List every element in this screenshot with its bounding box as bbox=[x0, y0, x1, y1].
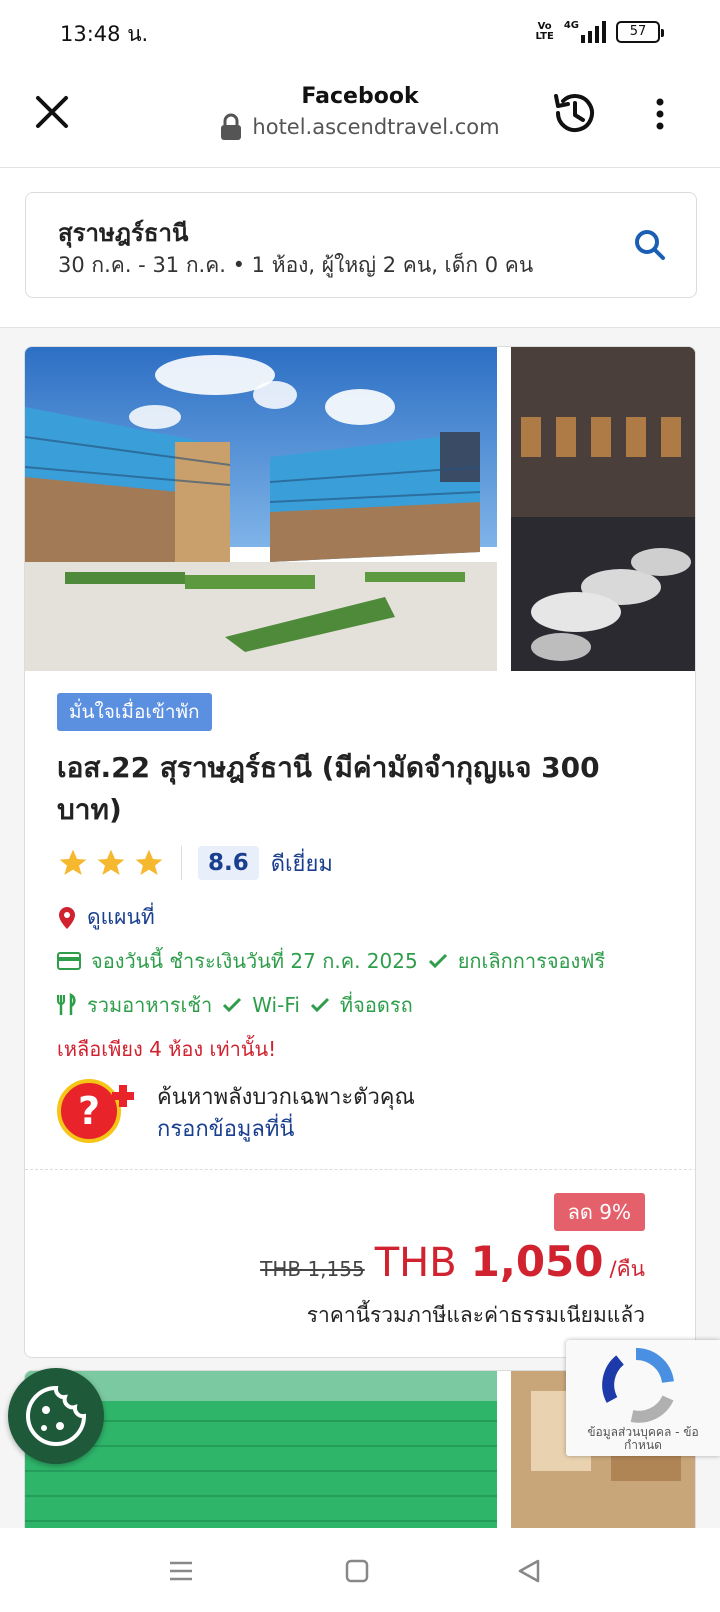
status-bar: 13:48 น. Vo LTE 4G 57 bbox=[0, 0, 720, 64]
original-price: THB 1,155 bbox=[260, 1257, 365, 1281]
pay-later-text: จองวันนี้ ชำระเงินวันที่ 27 ก.ค. 2025 bbox=[91, 949, 418, 973]
page-title: Facebook bbox=[301, 84, 419, 109]
review-score: 8.6 bbox=[198, 846, 259, 880]
promo-banner[interactable]: ? ค้นหาพลังบวกเฉพาะตัวคุณ กรอกข้อมูลที่น… bbox=[57, 1077, 657, 1147]
search-icon[interactable] bbox=[634, 229, 666, 261]
url-text: hotel.ascendtravel.com bbox=[252, 115, 500, 139]
signal-icon: 4G bbox=[564, 20, 606, 43]
discount-badge: ลด 9% bbox=[553, 1193, 645, 1231]
recaptcha-badge[interactable]: ข้อมูลส่วนบุคคล - ข้อกำหนด bbox=[566, 1340, 720, 1456]
per-night-label: /คืน bbox=[609, 1257, 645, 1281]
map-link[interactable]: ดูแผนที่ bbox=[57, 901, 155, 934]
svg-text:?: ? bbox=[78, 1089, 100, 1133]
browser-toolbar: Facebook hotel.ascendtravel.com bbox=[0, 64, 720, 168]
star-icon bbox=[97, 849, 125, 875]
promo-title: ค้นหาพลังบวกเฉพาะตัวคุณ bbox=[157, 1085, 415, 1110]
payment-row: จองวันนี้ ชำระเงินวันที่ 27 ก.ค. 2025 ยก… bbox=[57, 945, 605, 977]
page-content: สุราษฎร์ธานี 30 ก.ค. - 31 ก.ค. • 1 ห้อง,… bbox=[0, 168, 720, 1528]
back-icon[interactable] bbox=[514, 1556, 544, 1586]
map-link-label: ดูแผนที่ bbox=[87, 905, 155, 929]
map-pin-icon bbox=[59, 906, 75, 929]
status-icons: Vo LTE 4G 57 bbox=[535, 20, 664, 43]
hotel-name[interactable]: เอส.22 สุราษฎร์ธานี (มีค่ามัดจำกุญแจ 300… bbox=[57, 747, 667, 831]
recaptcha-privacy-terms[interactable]: ข้อมูลส่วนบุคคล - ข้อกำหนด bbox=[570, 1426, 716, 1452]
credit-card-icon bbox=[57, 952, 81, 970]
price-amount: 1,050 bbox=[470, 1237, 604, 1286]
check-icon bbox=[223, 997, 242, 1013]
home-icon[interactable] bbox=[342, 1556, 372, 1586]
check-icon bbox=[428, 953, 447, 969]
star-rating bbox=[57, 847, 165, 879]
url-display[interactable]: hotel.ascendtravel.com bbox=[210, 113, 510, 141]
hotel-photo-secondary[interactable] bbox=[511, 347, 696, 671]
recent-apps-icon[interactable] bbox=[166, 1556, 196, 1586]
hotel-photo-main[interactable] bbox=[25, 347, 497, 671]
utensils-icon bbox=[57, 993, 76, 1015]
close-icon[interactable] bbox=[30, 90, 74, 134]
star-icon bbox=[135, 849, 163, 875]
battery-icon: 57 bbox=[616, 20, 664, 43]
system-nav-bar bbox=[0, 1528, 720, 1612]
amenity-parking: ที่จอดรถ bbox=[339, 993, 413, 1017]
history-icon[interactable] bbox=[548, 88, 598, 138]
search-destination: สุราษฎร์ธานี bbox=[58, 219, 189, 247]
volte-icon: Vo LTE bbox=[535, 20, 554, 42]
amenity-breakfast: รวมอาหารเช้า bbox=[87, 993, 213, 1017]
confidence-badge: มั่นใจเมื่อเข้าพัก bbox=[57, 693, 212, 731]
review-score-label: ดีเยี่ยม bbox=[270, 851, 333, 877]
tax-note: ราคานี้รวมภาษีและค่าธรรมเนียมแล้ว bbox=[306, 1303, 645, 1327]
browser-title-area: Facebook hotel.ascendtravel.com bbox=[210, 84, 510, 141]
question-plus-icon: ? bbox=[57, 1079, 134, 1143]
rating-row: 8.6 ดีเยี่ยม bbox=[57, 843, 333, 883]
hotel-card[interactable]: มั่นใจเมื่อเข้าพัก เอส.22 สุราษฎร์ธานี (… bbox=[24, 346, 696, 1358]
cookie-settings-button[interactable] bbox=[8, 1368, 104, 1464]
check-icon bbox=[310, 997, 329, 1013]
search-details: 30 ก.ค. - 31 ก.ค. • 1 ห้อง, ผู้ใหญ่ 2 คน… bbox=[58, 253, 534, 277]
free-cancel-text: ยกเลิกการจองฟรี bbox=[457, 949, 606, 973]
rating-divider bbox=[181, 846, 182, 880]
search-box[interactable]: สุราษฎร์ธานี 30 ก.ค. - 31 ก.ค. • 1 ห้อง,… bbox=[25, 192, 697, 298]
status-time: 13:48 น. bbox=[60, 22, 149, 46]
amenity-wifi: Wi-Fi bbox=[252, 993, 300, 1017]
recaptcha-icon bbox=[602, 1347, 674, 1423]
more-vertical-icon[interactable] bbox=[650, 94, 670, 134]
rooms-left-warning: เหลือเพียง 4 ห้อง เท่านั้น! bbox=[57, 1037, 277, 1061]
star-icon bbox=[59, 849, 87, 875]
price-divider bbox=[25, 1169, 695, 1170]
amenities-row: รวมอาหารเช้า Wi-Fi ที่จอดรถ bbox=[57, 989, 413, 1021]
price-row: THB 1,155 THB 1,050 /คืน bbox=[260, 1237, 645, 1286]
search-summary: สุราษฎร์ธานี 30 ก.ค. - 31 ก.ค. • 1 ห้อง,… bbox=[0, 168, 720, 328]
promo-link[interactable]: กรอกข้อมูลที่นี่ bbox=[157, 1111, 294, 1146]
lock-icon bbox=[221, 113, 242, 140]
price-currency: THB bbox=[374, 1240, 457, 1286]
cookie-icon bbox=[26, 1385, 87, 1446]
